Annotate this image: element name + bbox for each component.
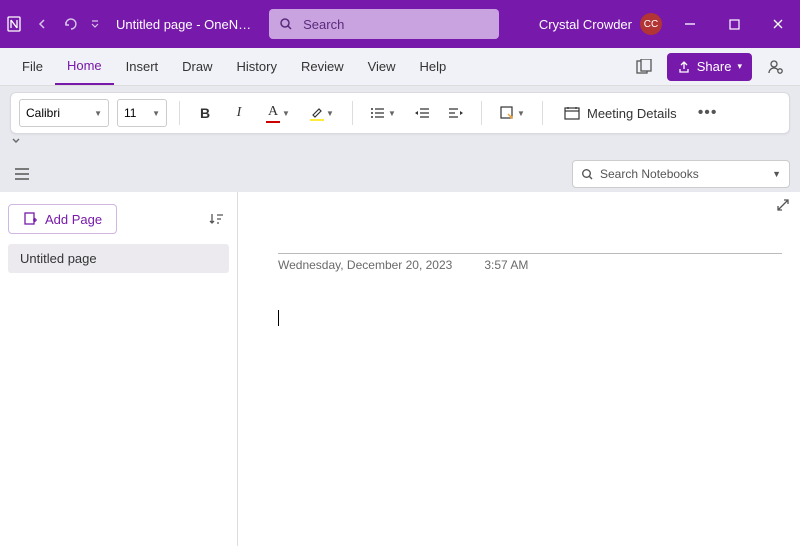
chevron-down-icon: ▾ bbox=[737, 61, 742, 72]
chevron-down-icon: ▼ bbox=[94, 109, 102, 118]
page-date: Wednesday, December 20, 2023 bbox=[278, 258, 452, 272]
calendar-icon bbox=[563, 105, 581, 121]
chevron-down-icon: ▼ bbox=[326, 109, 334, 118]
page-title: Untitled page bbox=[20, 251, 97, 266]
highlighter-icon bbox=[310, 106, 324, 118]
tab-help[interactable]: Help bbox=[408, 48, 459, 85]
meeting-details-button[interactable]: Meeting Details bbox=[555, 105, 685, 121]
tag-icon bbox=[499, 105, 515, 121]
bold-button[interactable]: B bbox=[192, 99, 218, 127]
notebook-search-placeholder: Search Notebooks bbox=[600, 167, 699, 181]
italic-button[interactable]: I bbox=[226, 99, 252, 127]
search-placeholder: Search bbox=[303, 17, 344, 32]
tab-home[interactable]: Home bbox=[55, 48, 114, 85]
add-page-icon bbox=[23, 212, 37, 226]
outdent-button[interactable] bbox=[409, 99, 435, 127]
app-icon bbox=[6, 14, 26, 34]
notebook-search[interactable]: Search Notebooks ▼ bbox=[572, 160, 790, 188]
user-name: Crystal Crowder bbox=[539, 17, 632, 32]
page-list-item[interactable]: Untitled page bbox=[8, 244, 229, 273]
divider bbox=[481, 101, 482, 125]
share-icon bbox=[677, 60, 691, 74]
font-size-select[interactable]: 11 ▼ bbox=[117, 99, 167, 127]
chevron-down-icon: ▼ bbox=[282, 109, 290, 118]
chevron-down-icon: ▼ bbox=[152, 109, 160, 118]
undo-button[interactable] bbox=[60, 13, 82, 35]
ribbon-container: Calibri ▼ 11 ▼ B I A ▼ ▼ ▼ bbox=[0, 86, 800, 156]
bullet-list-button[interactable]: ▼ bbox=[365, 99, 401, 127]
tab-review[interactable]: Review bbox=[289, 48, 356, 85]
tab-draw[interactable]: Draw bbox=[170, 48, 224, 85]
chevron-down-icon: ▼ bbox=[388, 109, 396, 118]
list-icon bbox=[370, 106, 386, 120]
add-page-button[interactable]: Add Page bbox=[8, 204, 117, 234]
ribbon-collapse-button[interactable] bbox=[10, 134, 790, 146]
text-cursor bbox=[278, 310, 279, 326]
nav-toggle-button[interactable] bbox=[10, 168, 34, 180]
indent-button[interactable] bbox=[443, 99, 469, 127]
font-size-value: 11 bbox=[124, 106, 136, 120]
indent-icon bbox=[448, 106, 464, 120]
divider bbox=[179, 101, 180, 125]
share-label: Share bbox=[697, 59, 732, 74]
close-button[interactable] bbox=[756, 0, 800, 48]
highlight-button[interactable]: ▼ bbox=[304, 99, 340, 127]
more-options-button[interactable]: ••• bbox=[693, 104, 723, 122]
tab-history[interactable]: History bbox=[225, 48, 289, 85]
meeting-details-label: Meeting Details bbox=[587, 106, 677, 121]
menu-bar: FileHomeInsertDrawHistoryReviewViewHelp … bbox=[0, 48, 800, 86]
global-search[interactable]: Search bbox=[269, 9, 499, 39]
sort-pages-button[interactable] bbox=[203, 206, 229, 232]
user-avatar: CC bbox=[640, 13, 662, 35]
page-time: 3:57 AM bbox=[484, 258, 528, 272]
page-datetime: Wednesday, December 20, 2023 3:57 AM bbox=[278, 254, 782, 272]
account-area[interactable]: Crystal Crowder CC bbox=[539, 13, 662, 35]
secondary-bar: Search Notebooks ▼ bbox=[0, 156, 800, 192]
quick-access-dropdown[interactable] bbox=[88, 13, 102, 35]
font-color-button[interactable]: A ▼ bbox=[260, 99, 296, 127]
minimize-button[interactable] bbox=[668, 0, 712, 48]
search-icon bbox=[279, 17, 293, 31]
add-page-label: Add Page bbox=[45, 212, 102, 227]
tab-view[interactable]: View bbox=[356, 48, 408, 85]
home-ribbon: Calibri ▼ 11 ▼ B I A ▼ ▼ ▼ bbox=[10, 92, 790, 134]
title-bar: Untitled page - OneN… Search Crystal Cro… bbox=[0, 0, 800, 48]
tags-button[interactable]: ▼ bbox=[494, 99, 530, 127]
page-list-sidebar: Add Page Untitled page bbox=[0, 192, 238, 546]
back-button[interactable] bbox=[32, 13, 54, 35]
tab-file[interactable]: File bbox=[10, 48, 55, 85]
tab-insert[interactable]: Insert bbox=[114, 48, 171, 85]
font-family-value: Calibri bbox=[26, 106, 60, 120]
divider bbox=[542, 101, 543, 125]
main-area: Add Page Untitled page Wednesday, Decemb… bbox=[0, 192, 800, 546]
chevron-down-icon: ▼ bbox=[772, 169, 781, 179]
font-family-select[interactable]: Calibri ▼ bbox=[19, 99, 109, 127]
page-title-input[interactable] bbox=[278, 214, 782, 254]
maximize-button[interactable] bbox=[712, 0, 756, 48]
account-settings-button[interactable] bbox=[760, 53, 790, 81]
editor-canvas[interactable]: Wednesday, December 20, 2023 3:57 AM bbox=[238, 192, 800, 546]
document-title: Untitled page - OneN… bbox=[116, 17, 251, 32]
outdent-icon bbox=[414, 106, 430, 120]
share-button[interactable]: Share ▾ bbox=[667, 53, 752, 81]
fullscreen-button[interactable] bbox=[776, 198, 790, 212]
mode-switch-button[interactable] bbox=[629, 53, 659, 81]
search-icon bbox=[581, 168, 594, 181]
divider bbox=[352, 101, 353, 125]
chevron-down-icon: ▼ bbox=[517, 109, 525, 118]
